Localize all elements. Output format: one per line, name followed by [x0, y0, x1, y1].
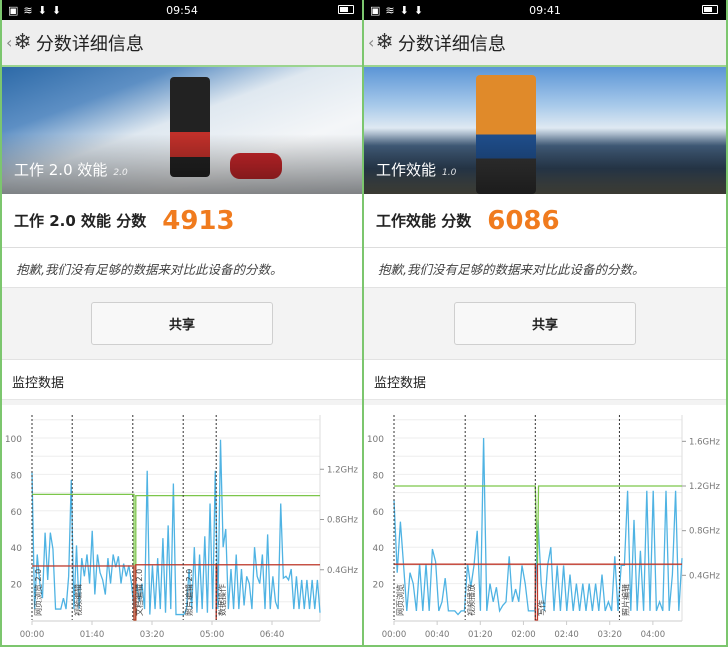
test-marker-label: 视频编辑 — [73, 584, 83, 616]
test-marker-label: 照片编辑 — [620, 584, 630, 616]
x-tick-label: 03:20 — [597, 630, 622, 640]
snowflake-logo-icon: ❄ — [13, 30, 32, 55]
right-panel: ▣ ≋ ⬇ ⬇ 09:41 ‹ ❄ 分数详细信息 工作效能 1.0 工作效能 分数 60… — [364, 0, 728, 647]
y-tick-label: 100 — [5, 435, 22, 445]
hero-image: 工作效能 1.0 — [364, 67, 726, 194]
score-label: 工作效能 分数 — [376, 212, 472, 230]
score-value: 6086 — [487, 205, 560, 236]
test-name: 工作效能 — [376, 161, 437, 179]
comparison-note: 抱歉,我们没有足够的数据来对比此设备的分数。 — [2, 248, 362, 288]
test-version: 1.0 — [442, 168, 457, 178]
cpu-max-frequency-line — [394, 485, 682, 565]
status-bar: ▣ ≋ ⬇ ⬇ 09:54 — [2, 0, 362, 20]
x-tick-label: 02:40 — [554, 630, 579, 640]
chart-svg: 20 40 60 80 100 00:00 00:40 01:20 02:00 02:40 03:2… — [367, 415, 720, 640]
test-name: 工作 2.0 效能 — [14, 161, 108, 179]
back-chevron-icon[interactable]: ‹ — [368, 33, 374, 52]
x-tick-label: 03:20 — [140, 630, 165, 640]
y-tick-label: 20 — [373, 581, 385, 591]
x-tick-label: 04:00 — [641, 630, 666, 640]
y2-tick-label: 1.6GHz — [689, 437, 720, 447]
snowflake-logo-icon: ❄ — [375, 30, 394, 55]
monitor-chart: 20 40 60 80 100 00:00 01:40 03:20 05:00 06:40 0.4G… — [2, 405, 362, 645]
comparison-note: 抱歉,我们没有足够的数据来对比此设备的分数。 — [364, 248, 726, 288]
y-tick-label: 100 — [367, 435, 384, 445]
monitor-title: 监控数据 — [2, 360, 362, 400]
status-bar: ▣ ≋ ⬇ ⬇ 09:41 — [364, 0, 726, 20]
app-header: ‹ ❄ 分数详细信息 — [364, 20, 726, 67]
hero-image: 工作 2.0 效能 2.0 — [2, 67, 362, 194]
test-marker-label: 写作 — [536, 600, 546, 616]
y2-tick-label: 1.2GHz — [327, 465, 358, 475]
score-row: 工作 2.0 效能 分数 4913 — [2, 194, 362, 248]
monitor-chart: 20 40 60 80 100 00:00 00:40 01:20 02:00 02:40 03:2… — [364, 405, 726, 645]
status-time: 09:54 — [166, 3, 198, 17]
y2-tick-label: 1.2GHz — [689, 482, 720, 492]
y2-tick-label: 0.8GHz — [327, 516, 358, 526]
y2-tick-label: 0.8GHz — [689, 527, 720, 537]
y-tick-label: 40 — [11, 544, 23, 554]
test-marker-label: 照片编辑 2.0 — [184, 569, 194, 616]
battery-icon — [702, 5, 718, 14]
left-panel: ▣ ≋ ⬇ ⬇ 09:54 ‹ ❄ 分数详细信息 工作 2.0 效能 2.0 工作 2.… — [0, 0, 364, 647]
battery-icon — [338, 5, 354, 14]
test-marker-label: 网页浏览 2.0 — [33, 569, 43, 616]
y-tick-label: 20 — [11, 581, 23, 591]
x-tick-label: 00:00 — [382, 630, 407, 640]
y-tick-label: 60 — [11, 508, 23, 518]
score-value: 4913 — [162, 205, 235, 236]
app-header: ‹ ❄ 分数详细信息 — [2, 20, 362, 67]
hero-label: 工作效能 1.0 — [376, 159, 456, 180]
score-label: 工作 2.0 效能 分数 — [14, 212, 147, 230]
test-marker-label: 网页浏览 — [395, 584, 405, 616]
x-tick-label: 01:40 — [80, 630, 105, 640]
status-time: 09:41 — [529, 3, 561, 17]
test-version: 2.0 — [113, 168, 128, 178]
test-marker-label: 视频播放 — [466, 584, 476, 616]
y2-tick-label: 0.4GHz — [327, 566, 358, 576]
test-marker-label: 数据操作 — [217, 584, 227, 616]
page-title: 分数详细信息 — [397, 33, 506, 55]
hero-label: 工作 2.0 效能 2.0 — [14, 159, 128, 180]
x-tick-label: 06:40 — [260, 630, 285, 640]
monitor-title: 监控数据 — [364, 360, 726, 400]
share-button[interactable]: 共享 — [454, 302, 636, 345]
x-tick-label: 01:20 — [468, 630, 493, 640]
y-tick-label: 40 — [373, 544, 385, 554]
y-tick-label: 60 — [373, 508, 385, 518]
y-tick-label: 80 — [11, 471, 23, 481]
test-marker-label: 文档编辑 2.0 — [134, 569, 144, 616]
y2-tick-label: 0.4GHz — [689, 571, 720, 581]
chart-svg: 20 40 60 80 100 00:00 01:40 03:20 05:00 06:40 0.4G… — [5, 415, 358, 640]
score-row: 工作效能 分数 6086 — [364, 194, 726, 248]
x-tick-label: 00:00 — [20, 630, 45, 640]
x-tick-label: 02:00 — [511, 630, 536, 640]
x-tick-label: 00:40 — [425, 630, 450, 640]
y-tick-label: 80 — [373, 471, 385, 481]
share-button[interactable]: 共享 — [91, 302, 273, 345]
back-chevron-icon[interactable]: ‹ — [6, 33, 12, 52]
page-title: 分数详细信息 — [35, 33, 144, 55]
x-tick-label: 05:00 — [200, 630, 225, 640]
